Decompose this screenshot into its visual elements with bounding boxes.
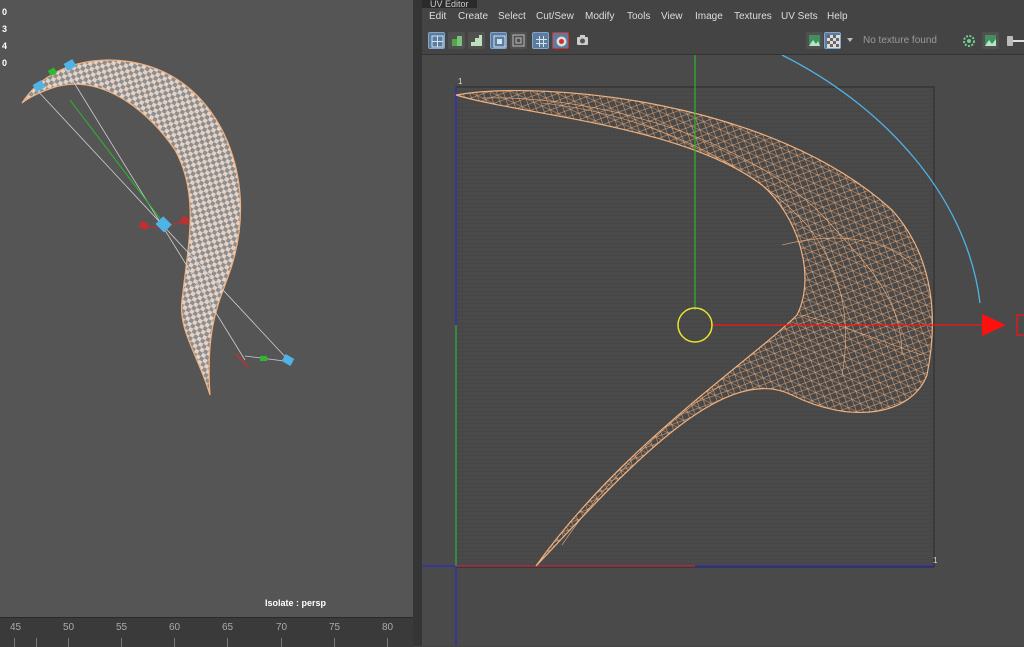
scale-handle-icon[interactable] [281, 354, 295, 366]
menu-help[interactable]: Help [827, 11, 848, 22]
uv-toolbar: No texture found [422, 28, 1024, 55]
timeline-tick-label: 45 [10, 622, 22, 633]
menu-tools[interactable]: Tools [627, 11, 650, 22]
uv-editor-panel: UV Editor Edit Create Select Cut/Sew Mod… [422, 0, 1024, 646]
snapshot-icon[interactable] [574, 32, 591, 49]
banana-surface[interactable] [21, 59, 242, 396]
timeline-tick-label: 50 [63, 622, 75, 633]
time-slider[interactable]: 45 50 55 60 65 70 75 80 [0, 617, 413, 647]
uv-stairs-icon[interactable] [468, 32, 485, 49]
isolate-label: Isolate : persp [265, 598, 327, 608]
shaded-uv-icon[interactable] [552, 32, 569, 49]
grid-label-bottom-right: 1 [933, 556, 938, 565]
uv-shell-icon[interactable] [448, 32, 465, 49]
menu-uv-sets[interactable]: UV Sets [781, 11, 818, 22]
menu-modify[interactable]: Modify [585, 11, 614, 22]
menu-image[interactable]: Image [695, 11, 723, 22]
uv-menu-bar: Edit Create Select Cut/Sew Modify Tools … [422, 8, 1024, 28]
timeline-tick-label: 60 [169, 622, 181, 633]
menu-view[interactable]: View [661, 11, 683, 22]
uv-texture-view[interactable]: 1 1 [422, 55, 1024, 646]
image-icon[interactable] [982, 32, 999, 49]
menu-textures[interactable]: Textures [734, 11, 772, 22]
texture-status: No texture found [863, 35, 937, 46]
exposure-slider-knob[interactable] [1007, 36, 1013, 46]
timeline-tick-label: 70 [276, 622, 288, 633]
image-display-icon[interactable] [806, 32, 823, 49]
grid-toggle-icon[interactable] [532, 32, 549, 49]
grid-label-top-left: 1 [458, 77, 463, 86]
menu-edit[interactable]: Edit [429, 11, 446, 22]
timeline-tick-label: 65 [222, 622, 234, 633]
uv-frame-outline-icon[interactable] [510, 32, 527, 49]
timeline-tick-label: 75 [329, 622, 341, 633]
menu-create[interactable]: Create [458, 11, 488, 22]
uv-grid-icon[interactable] [428, 32, 445, 49]
timeline-tick-label: 80 [382, 622, 394, 633]
scale-handle-icon[interactable] [1016, 314, 1024, 336]
checker-icon[interactable] [824, 32, 841, 49]
uv-editor-tab[interactable]: UV Editor [422, 0, 477, 8]
scale-handle-icon[interactable] [138, 220, 149, 231]
perspective-viewport[interactable]: 0 3 4 0 Isolate : persp [0, 0, 413, 646]
timeline-tick-label: 55 [116, 622, 128, 633]
menu-cut-sew[interactable]: Cut/Sew [536, 11, 574, 22]
banana-mesh-3d[interactable] [0, 0, 413, 617]
scale-handle-icon[interactable] [260, 356, 267, 361]
menu-select[interactable]: Select [498, 11, 526, 22]
scale-handle-icon[interactable] [179, 215, 190, 226]
move-u-arrow-icon[interactable] [982, 314, 1006, 336]
gear-cog-icon[interactable] [960, 32, 977, 49]
uv-frame-icon[interactable] [490, 32, 507, 49]
dropdown-arrow-icon[interactable] [847, 38, 853, 42]
pane-divider[interactable] [413, 0, 422, 646]
